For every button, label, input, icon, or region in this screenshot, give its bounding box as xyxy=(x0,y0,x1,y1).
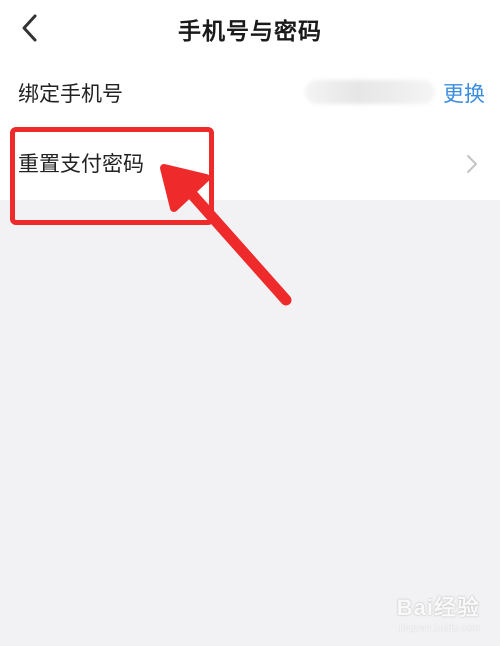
bind-phone-label: 绑定手机号 xyxy=(18,82,123,106)
watermark-logo: Bai经验 xyxy=(396,595,480,620)
arrow-icon xyxy=(160,164,292,306)
bind-phone-row: 绑定手机号 更换 xyxy=(0,60,500,128)
watermark: Bai经验 jingyan.baidu.com xyxy=(330,586,480,636)
change-phone-link[interactable]: 更换 xyxy=(443,78,485,108)
navigation-bar: 手机号与密码 xyxy=(0,0,500,60)
masked-phone-number xyxy=(305,80,435,104)
page-title: 手机号与密码 xyxy=(178,19,322,45)
watermark-url: jingyan.baidu.com xyxy=(399,623,480,634)
chevron-right-icon xyxy=(467,155,477,173)
